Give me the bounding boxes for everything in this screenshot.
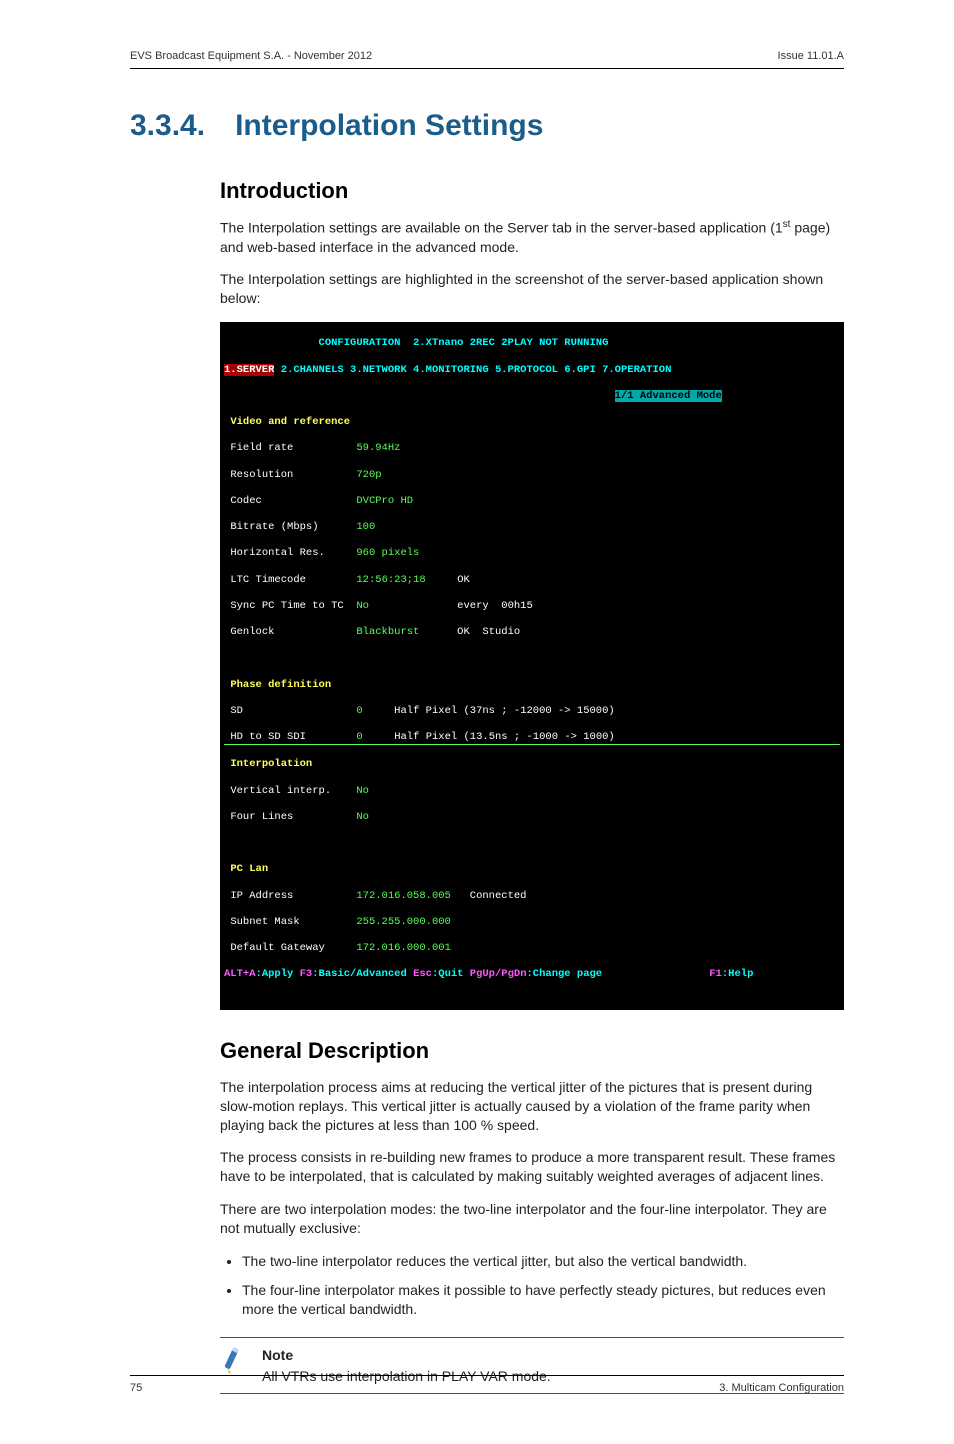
term-group-phase: Phase definition bbox=[224, 679, 840, 692]
intro-paragraph-1: The Interpolation settings are available… bbox=[220, 218, 844, 256]
term-row-fieldrate: Field rate 59.94Hz bbox=[224, 442, 840, 455]
general-li2: The four-line interpolator makes it poss… bbox=[242, 1281, 844, 1319]
general-p1: The interpolation process aims at reduci… bbox=[220, 1078, 844, 1135]
term-row-vinterp: Vertical interp. No bbox=[224, 785, 840, 798]
term-row-bitrate: Bitrate (Mbps) 100 bbox=[224, 521, 840, 534]
term-row-ltc: LTC Timecode 12:56:23;18 OK bbox=[224, 574, 840, 587]
footer-right: 3. Multicam Configuration bbox=[719, 1382, 844, 1394]
term-footer: ALT+A:Apply F3:Basic/Advanced Esc:Quit P… bbox=[224, 968, 840, 981]
term-row-resolution: Resolution 720p bbox=[224, 469, 840, 482]
general-p3: There are two interpolation modes: the t… bbox=[220, 1200, 844, 1238]
page-header: EVS Broadcast Equipment S.A. - November … bbox=[130, 50, 844, 69]
section-heading: 3.3.4. Interpolation Settings bbox=[130, 109, 844, 143]
general-li1: The two-line interpolator reduces the ve… bbox=[242, 1252, 844, 1271]
term-title: CONFIGURATION 2.XTnano 2REC 2PLAY NOT RU… bbox=[224, 337, 840, 350]
header-left: EVS Broadcast Equipment S.A. - November … bbox=[130, 50, 372, 62]
term-row-sd: SD 0 Half Pixel (37ns ; -12000 -> 15000) bbox=[224, 705, 840, 718]
term-row-codec: Codec DVCPro HD bbox=[224, 495, 840, 508]
intro-p1-a: The Interpolation settings are available… bbox=[220, 220, 783, 236]
term-row-hdtosd: HD to SD SDI 0 Half Pixel (13.5ns ; -100… bbox=[224, 731, 840, 745]
term-row-sync: Sync PC Time to TC No every 00h15 bbox=[224, 600, 840, 613]
term-group-pclan: PC Lan bbox=[224, 863, 840, 876]
note-head: Note bbox=[262, 1346, 551, 1365]
term-group-interp: Interpolation bbox=[224, 758, 840, 771]
header-right: Issue 11.01.A bbox=[778, 50, 844, 62]
intro-heading: Introduction bbox=[220, 178, 844, 204]
general-heading: General Description bbox=[220, 1038, 844, 1064]
term-group-video: Video and reference bbox=[224, 416, 840, 429]
term-row-gateway: Default Gateway 172.016.000.001 bbox=[224, 942, 840, 955]
terminal-screenshot: CONFIGURATION 2.XTnano 2REC 2PLAY NOT RU… bbox=[220, 322, 844, 1010]
general-p2: The process consists in re-building new … bbox=[220, 1148, 844, 1186]
section-title-text: Interpolation Settings bbox=[235, 109, 543, 143]
term-row-subnet: Subnet Mask 255.255.000.000 bbox=[224, 916, 840, 929]
footer-left: 75 bbox=[130, 1382, 142, 1394]
term-mode: 1/1 Advanced Mode bbox=[224, 390, 840, 403]
page-footer: 75 3. Multicam Configuration bbox=[130, 1375, 844, 1394]
section-number: 3.3.4. bbox=[130, 109, 205, 143]
intro-paragraph-2: The Interpolation settings are highlight… bbox=[220, 270, 844, 308]
term-tabs: 1.SERVER 2.CHANNELS 3.NETWORK 4.MONITORI… bbox=[224, 364, 840, 377]
term-row-genlock: Genlock Blackburst OK Studio bbox=[224, 626, 840, 639]
general-list: The two-line interpolator reduces the ve… bbox=[220, 1252, 844, 1319]
term-blank2 bbox=[224, 837, 840, 850]
term-row-ip: IP Address 172.016.058.005 Connected bbox=[224, 890, 840, 903]
term-row-hres: Horizontal Res. 960 pixels bbox=[224, 547, 840, 560]
term-row-fourlines: Four Lines No bbox=[224, 811, 840, 824]
term-blank1 bbox=[224, 652, 840, 665]
